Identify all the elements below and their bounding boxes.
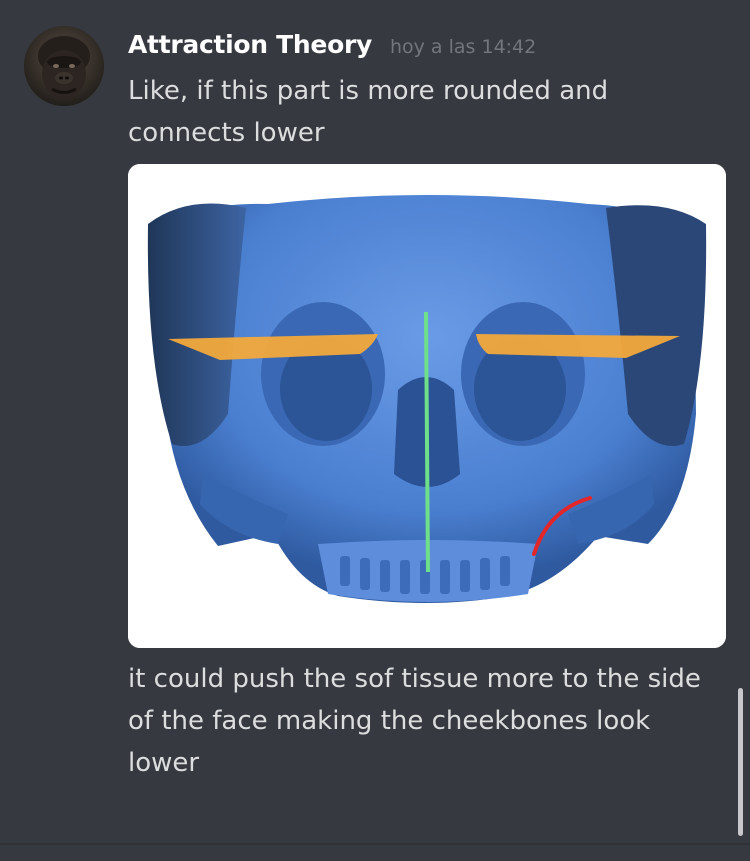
gorilla-avatar-icon <box>24 26 104 106</box>
message-timestamp: hoy a las 14:42 <box>389 36 537 58</box>
scrollbar[interactable] <box>738 688 743 836</box>
skull-scan-image-icon <box>128 164 726 648</box>
divider <box>0 843 750 845</box>
message-text-first: Like, if this part is more rounded and c… <box>128 76 609 148</box>
message-text-second: it could push the sof tissue more to the… <box>128 664 701 778</box>
author-name[interactable]: Attraction Theory <box>128 30 372 59</box>
message-header: Attraction Theory hoy a las 14:42 <box>128 30 536 59</box>
image-attachment[interactable] <box>128 164 726 648</box>
user-avatar[interactable] <box>24 26 104 106</box>
